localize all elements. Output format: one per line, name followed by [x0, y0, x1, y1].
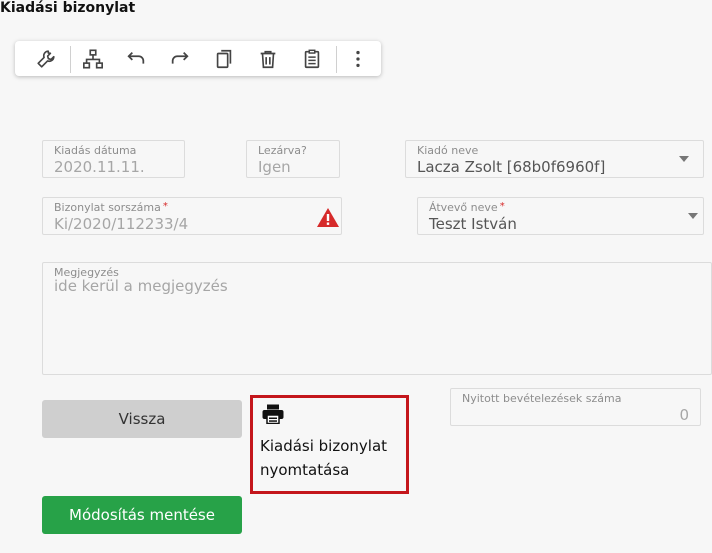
toolbar	[15, 41, 381, 76]
issuer-select[interactable]: Kiadó neve Lacza Zsolt [68b0f6960f]	[405, 140, 704, 178]
print-receipt-button[interactable]: Kiadási bizonylat nyomtatása	[250, 395, 409, 494]
closed-label: Lezárva?	[258, 144, 307, 157]
clipboard-icon[interactable]	[299, 46, 325, 72]
open-receipts-field: Nyitott bevételezések száma 0	[450, 388, 701, 426]
trash-icon[interactable]	[255, 46, 281, 72]
hierarchy-icon[interactable]	[80, 46, 106, 72]
issuer-label: Kiadó neve	[417, 144, 479, 157]
issuer-value: Lacza Zsolt [68b0f6960f]	[417, 158, 606, 176]
print-receipt-label: Kiadási bizonylat nyomtatása	[260, 437, 388, 479]
chevron-down-icon	[679, 156, 689, 162]
open-receipts-label: Nyitott bevételezések száma	[462, 392, 622, 405]
warning-icon	[317, 208, 339, 227]
open-receipts-value: 0	[679, 406, 689, 424]
redo-icon[interactable]	[167, 46, 193, 72]
issue-date-label: Kiadás dátuma	[54, 144, 137, 157]
doc-number-value: Ki/2020/112233/4	[54, 215, 189, 233]
more-vert-icon[interactable]	[345, 46, 371, 72]
undo-icon[interactable]	[123, 46, 149, 72]
note-textarea[interactable]: Megjegyzés ide kerül a megjegyzés	[42, 262, 712, 375]
issue-date-value: 2020.11.11.	[54, 158, 145, 176]
chevron-down-icon	[688, 213, 698, 219]
closed-field[interactable]: Lezárva? Igen	[246, 140, 340, 178]
closed-value: Igen	[258, 158, 291, 176]
copy-icon[interactable]	[211, 46, 237, 72]
note-placeholder: ide kerül a megjegyzés	[54, 277, 228, 295]
receiver-label: Átvevő neve *	[429, 201, 505, 214]
receiver-value: Teszt István	[429, 215, 517, 233]
doc-number-field[interactable]: Bizonylat sorszáma * Ki/2020/112233/4	[42, 197, 342, 235]
back-button[interactable]: Vissza	[42, 400, 242, 438]
receiver-select[interactable]: Átvevő neve * Teszt István	[417, 197, 704, 235]
doc-number-label: Bizonylat sorszáma *	[54, 201, 168, 214]
wrench-icon[interactable]	[33, 46, 59, 72]
issue-date-field[interactable]: Kiadás dátuma 2020.11.11.	[42, 140, 185, 178]
printer-icon	[262, 404, 284, 424]
page-title: Kiadási bizonylat	[0, 0, 136, 16]
save-changes-button[interactable]: Módosítás mentése	[42, 496, 242, 534]
